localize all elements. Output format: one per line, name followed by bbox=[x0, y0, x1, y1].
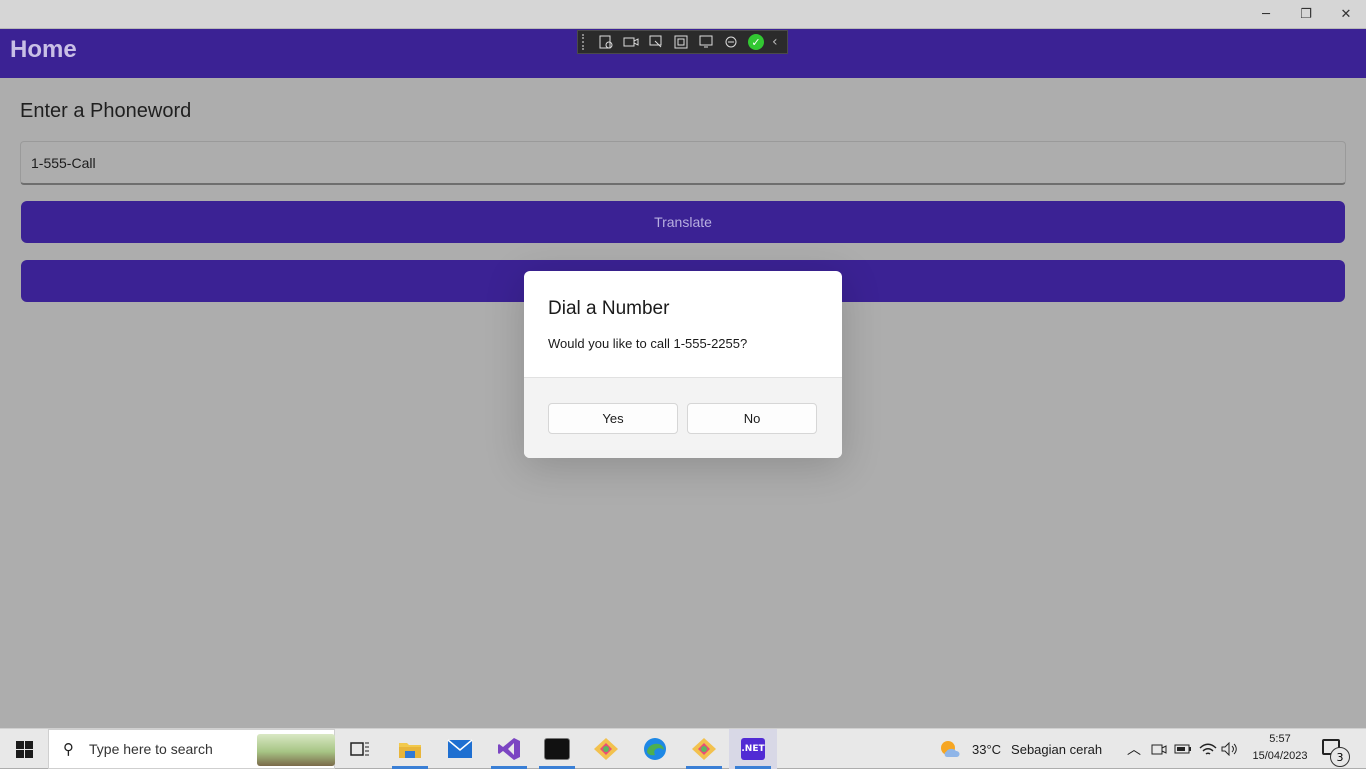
clock-date: 15/04/2023 bbox=[1252, 750, 1308, 762]
mail-button[interactable] bbox=[436, 729, 484, 769]
terminal-button[interactable] bbox=[533, 729, 581, 769]
window-title-bar: ─ ❐ ✕ bbox=[0, 0, 1366, 29]
track-focus-icon[interactable] bbox=[695, 31, 717, 53]
toolbar-grip-handle[interactable] bbox=[582, 34, 592, 50]
edge-button[interactable] bbox=[631, 729, 679, 769]
weather-widget[interactable]: 33°C Sebagian cerah bbox=[938, 729, 1102, 769]
chevron-up-icon: ︿ bbox=[1127, 741, 1141, 757]
display-layout-adorners-icon[interactable] bbox=[670, 31, 692, 53]
xaml-debug-toolbar: ✓ ‹ bbox=[577, 30, 788, 54]
hot-reload-icon[interactable] bbox=[720, 31, 742, 53]
search-placeholder: Type here to search bbox=[89, 741, 213, 757]
volume-button[interactable] bbox=[1221, 729, 1239, 769]
partly-sunny-icon bbox=[941, 741, 960, 757]
file-explorer-button[interactable] bbox=[386, 729, 434, 769]
speaker-icon bbox=[1221, 742, 1237, 756]
task-view-button[interactable] bbox=[336, 729, 384, 769]
yes-button[interactable]: Yes bbox=[548, 403, 678, 434]
phoneword-label: Enter a Phoneword bbox=[20, 100, 192, 122]
git-icon bbox=[692, 738, 716, 760]
edge-icon bbox=[644, 738, 666, 760]
translate-button[interactable]: Translate bbox=[21, 201, 1345, 243]
meet-now-button[interactable] bbox=[1151, 729, 1167, 769]
dialog-message: Would you like to call 1-555-2255? bbox=[548, 336, 748, 351]
phoneword-input[interactable] bbox=[20, 141, 1346, 185]
folder-icon bbox=[399, 743, 421, 758]
page-title: Home bbox=[10, 36, 77, 63]
dialog-footer: Yes No bbox=[524, 377, 842, 458]
search-icon: ⚲ bbox=[63, 740, 74, 758]
no-button[interactable]: No bbox=[687, 403, 817, 434]
weather-temp: 33°C bbox=[972, 741, 1002, 757]
dotnet-app-button[interactable]: .NET bbox=[729, 729, 777, 769]
close-button[interactable]: ✕ bbox=[1326, 0, 1366, 28]
minimize-button[interactable]: ─ bbox=[1246, 0, 1286, 28]
live-visual-tree-icon[interactable] bbox=[595, 31, 617, 53]
visual-studio-icon bbox=[498, 738, 520, 760]
select-element-icon[interactable] bbox=[645, 31, 667, 53]
weather-condition: Sebagian cerah bbox=[1011, 741, 1103, 757]
taskbar-clock[interactable]: 5:57 15/04/2023 bbox=[1240, 731, 1320, 765]
network-button[interactable] bbox=[1199, 729, 1217, 769]
clock-time: 5:57 bbox=[1269, 733, 1291, 745]
wifi-icon bbox=[1199, 743, 1217, 755]
dotnet-icon: .NET bbox=[741, 738, 765, 760]
status-check-icon[interactable]: ✓ bbox=[748, 34, 764, 50]
taskbar-search-box[interactable]: ⚲ Type here to search bbox=[48, 729, 335, 769]
record-camera-icon[interactable] bbox=[620, 31, 642, 53]
taskbar: ⚲ Type here to search .NET 33°C Sebagian… bbox=[0, 728, 1366, 769]
battery-button[interactable] bbox=[1174, 729, 1192, 769]
terminal-icon bbox=[544, 738, 570, 760]
battery-icon bbox=[1174, 744, 1191, 754]
mail-icon bbox=[447, 739, 473, 758]
git-icon bbox=[594, 738, 618, 760]
git-app-2-button[interactable] bbox=[680, 729, 728, 769]
git-app-button[interactable] bbox=[582, 729, 630, 769]
chevron-left-icon[interactable]: ‹ bbox=[772, 34, 778, 50]
visual-studio-button[interactable] bbox=[485, 729, 533, 769]
task-view-icon bbox=[350, 742, 369, 756]
start-button[interactable] bbox=[0, 729, 48, 769]
camera-icon bbox=[1151, 744, 1167, 755]
maximize-button[interactable]: ❐ bbox=[1286, 0, 1326, 28]
show-hidden-icons-button[interactable]: ︿ bbox=[1127, 729, 1141, 769]
dial-number-dialog: Dial a Number Would you like to call 1-5… bbox=[524, 271, 842, 458]
notification-count-badge: 3 bbox=[1330, 747, 1350, 767]
search-highlight-image bbox=[257, 734, 335, 766]
dialog-title: Dial a Number bbox=[548, 298, 670, 319]
windows-logo-icon bbox=[15, 740, 33, 758]
